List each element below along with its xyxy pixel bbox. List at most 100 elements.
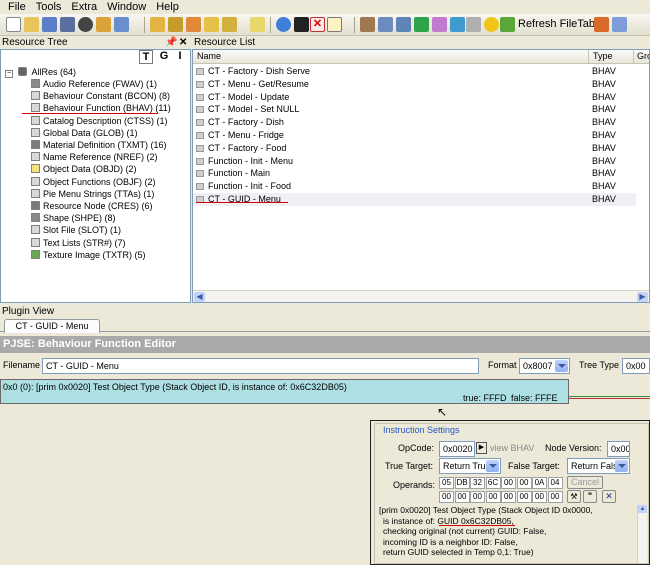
close-icon[interactable]: ✕ (179, 36, 187, 49)
true-target-select[interactable]: Return True (439, 458, 501, 474)
filename-input[interactable]: CT - GUID - Menu (42, 358, 479, 374)
note-icon[interactable] (250, 17, 265, 32)
operand-byte[interactable]: 00 (532, 491, 547, 503)
description-scrollbar[interactable]: ▲ (637, 505, 647, 563)
menu-file[interactable]: File (0, 0, 31, 14)
operand-byte[interactable]: 05 (439, 477, 454, 489)
node-version-input[interactable]: 0x00 (607, 441, 630, 457)
archive-icon[interactable] (168, 17, 183, 32)
chevron-down-icon[interactable] (555, 360, 568, 372)
wizard-icon[interactable]: ⚒ (567, 490, 581, 503)
tree-item[interactable]: Text Lists (STR#) (7) (31, 237, 126, 249)
view-button-i[interactable]: I (173, 50, 187, 64)
view-bhav-link[interactable]: view BHAV (490, 443, 534, 453)
tree-item[interactable]: Behaviour Constant (BCON) (8) (31, 90, 170, 102)
close-icon[interactable] (78, 17, 93, 32)
operand-byte[interactable]: 00 (547, 491, 563, 503)
menu-window[interactable]: Window (102, 0, 151, 14)
tree-item[interactable]: Object Data (OBJD) (2) (31, 163, 137, 175)
tools-icon[interactable] (466, 17, 481, 32)
cut-icon[interactable] (186, 17, 201, 32)
tree-root[interactable]: − AllRes (64) (5, 66, 76, 78)
tree-item[interactable]: Audio Reference (FWAV) (1) (31, 78, 157, 90)
operand-byte[interactable]: 00 (501, 477, 516, 489)
column-type[interactable]: Type (593, 51, 613, 61)
window-icon[interactable] (612, 17, 627, 32)
delete-icon[interactable]: ✕ (310, 17, 325, 32)
tree-item[interactable]: Shape (SHPE) (8) (31, 212, 116, 224)
table-row[interactable]: CT - Menu - Fridge BHAV (193, 129, 636, 142)
quote-icon[interactable]: " (583, 490, 597, 503)
operand-byte[interactable]: 00 (470, 491, 485, 503)
paste-icon[interactable] (222, 17, 237, 32)
package-icon[interactable] (150, 17, 165, 32)
table-row[interactable]: CT - Factory - Food BHAV (193, 142, 636, 155)
table-row[interactable]: Function - Init - Menu BHAV (193, 155, 636, 168)
tree-item[interactable]: Global Data (GLOB) (1) (31, 127, 138, 139)
lightbulb-icon[interactable] (484, 17, 499, 32)
operand-byte[interactable]: 00 (516, 477, 532, 489)
operand-byte[interactable]: 32 (470, 477, 485, 489)
table-row[interactable]: CT - Menu - Get/Resume BHAV (193, 78, 636, 91)
tree-item[interactable]: Name Reference (NREF) (2) (31, 151, 158, 163)
menu-help[interactable]: Help (151, 0, 184, 14)
chevron-down-icon[interactable] (615, 460, 628, 472)
list-horizontal-scrollbar[interactable]: ◀ ▶ (193, 290, 649, 302)
play-icon[interactable]: ▶ (476, 442, 487, 454)
view-button-t[interactable]: T (139, 50, 153, 64)
table-row[interactable]: CT - GUID - Menu BHAV (193, 193, 636, 206)
tree-item[interactable]: Pie Menu Strings (TTAs) (1) (31, 188, 154, 200)
scroll-up-icon[interactable]: ▲ (638, 505, 647, 513)
table-row[interactable]: Function - Init - Food BHAV (193, 180, 636, 193)
camera-icon[interactable] (294, 17, 309, 32)
operand-byte[interactable]: 04 (547, 477, 563, 489)
tree-item[interactable]: Material Definition (TXMT) (16) (31, 139, 167, 151)
scroll-left-icon[interactable]: ◀ (194, 292, 205, 302)
tree-item[interactable]: Slot File (SLOT) (1) (31, 224, 121, 236)
puzzle-icon[interactable] (500, 17, 515, 32)
format-select[interactable]: 0x8007 (519, 358, 570, 374)
column-name[interactable]: Name (197, 51, 221, 61)
operand-byte[interactable]: 00 (501, 491, 516, 503)
operand-byte[interactable]: 6C (485, 477, 501, 489)
tree-item[interactable]: Catalog Description (CTSS) (1) (31, 115, 168, 127)
operand-byte[interactable]: 00 (485, 491, 501, 503)
table-row[interactable]: CT - Model - Update BHAV (193, 91, 636, 104)
network-icon[interactable] (114, 17, 129, 32)
save-icon[interactable] (42, 17, 57, 32)
operand-byte[interactable]: 00 (516, 491, 532, 503)
cube-icon[interactable] (432, 17, 447, 32)
chevron-down-icon[interactable] (486, 460, 499, 472)
grid-icon[interactable] (378, 17, 393, 32)
menu-extra[interactable]: Extra (66, 0, 102, 14)
users-icon[interactable] (96, 17, 111, 32)
refresh-icon[interactable] (276, 17, 291, 32)
bhav-node[interactable]: 0x0 (0): [prim 0x0020] Test Object Type … (0, 379, 569, 404)
rename-icon[interactable] (327, 17, 342, 32)
menu-tools[interactable]: Tools (31, 0, 67, 14)
operand-byte[interactable]: 0A (532, 477, 547, 489)
pin-icon[interactable]: 📌 (165, 36, 177, 49)
clipboard-icon[interactable] (204, 17, 219, 32)
people-icon[interactable] (594, 17, 609, 32)
view-button-g[interactable]: G (157, 50, 171, 64)
false-target-select[interactable]: Return False (567, 458, 630, 474)
cancel-button[interactable]: Cancel (567, 476, 603, 489)
building-icon[interactable] (360, 17, 375, 32)
folder-view-icon[interactable] (396, 17, 411, 32)
opcode-input[interactable]: 0x0020 (439, 441, 475, 457)
table-row[interactable]: CT - Factory - Dish Serve BHAV (193, 65, 636, 78)
refresh-filetable-button[interactable]: Refresh FileTable (518, 18, 604, 30)
table-row[interactable]: CT - Model - Set NULL BHAV (193, 103, 636, 116)
operand-byte[interactable]: 00 (454, 491, 470, 503)
scroll-right-icon[interactable]: ▶ (637, 292, 648, 302)
table-row[interactable]: Function - Main BHAV (193, 167, 636, 180)
save-as-icon[interactable] (60, 17, 75, 32)
tree-item[interactable]: Resource Node (CRES) (6) (31, 200, 153, 212)
new-file-icon[interactable] (6, 17, 21, 32)
open-folder-icon[interactable] (24, 17, 39, 32)
tree-type-input[interactable]: 0x00 (622, 358, 650, 374)
operand-byte[interactable]: 00 (439, 491, 454, 503)
tree-item[interactable]: Texture Image (TXTR) (5) (31, 249, 146, 261)
close-icon[interactable]: ✕ (602, 490, 616, 503)
